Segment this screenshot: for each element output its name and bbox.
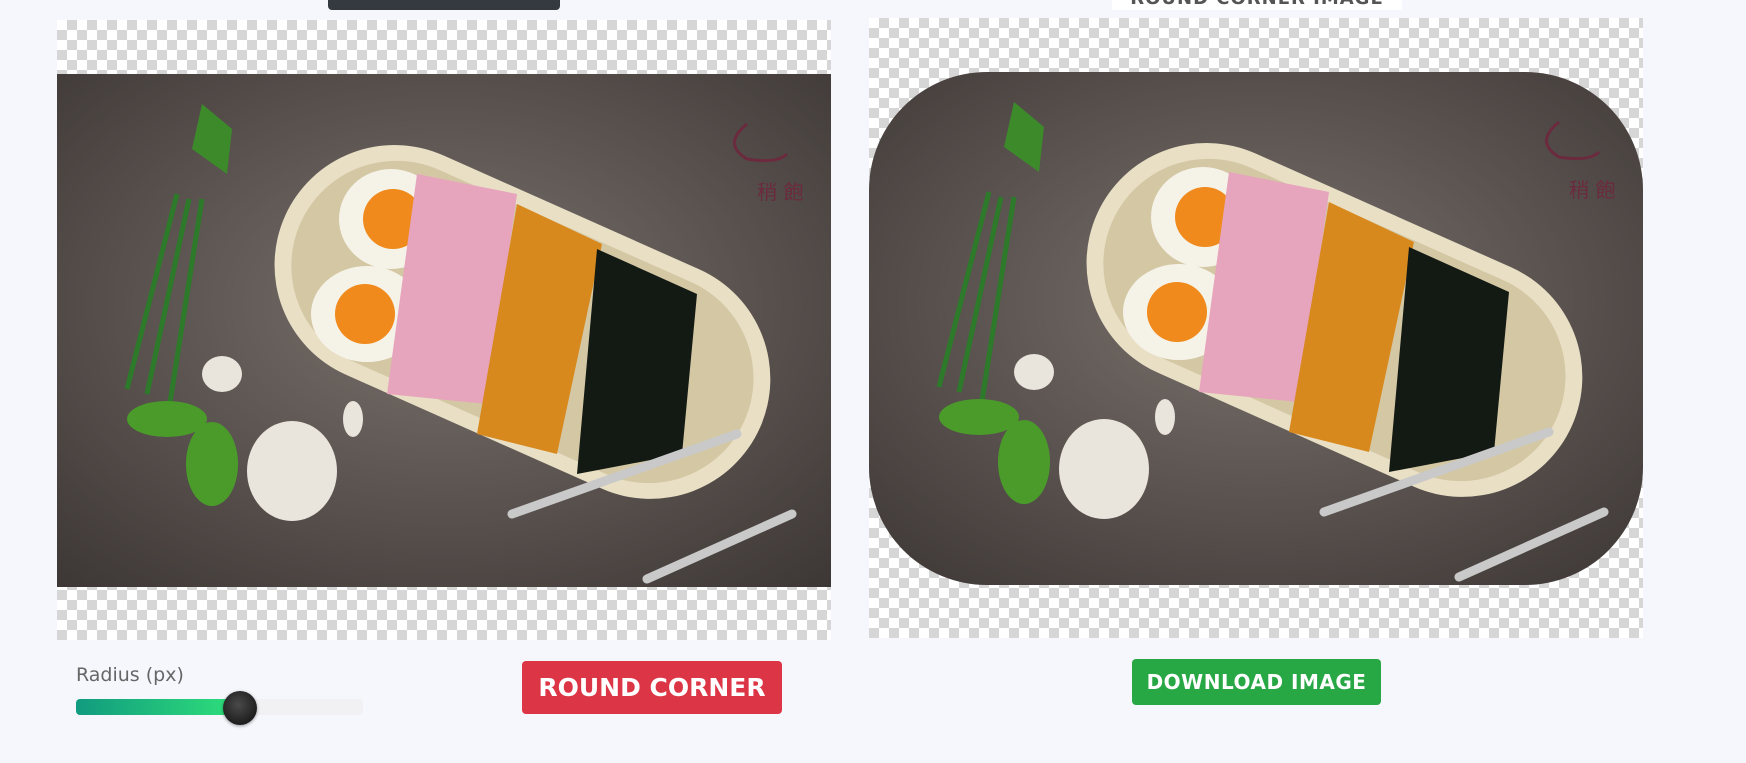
original-image-canvas: 稍 飽 <box>57 20 831 640</box>
watermark-text: 稍 飽 <box>757 180 803 204</box>
radius-slider[interactable] <box>76 691 363 725</box>
result-heading: ROUND CORNER IMAGE <box>1112 0 1402 10</box>
rounded-food-photo: 稍 飽 <box>869 72 1643 585</box>
top-action-button-stub[interactable] <box>328 0 560 10</box>
radius-label: Radius (px) <box>76 664 184 686</box>
food-photo: 稍 飽 <box>57 74 831 587</box>
original-image: 稍 飽 <box>57 74 831 587</box>
watermark-text: 稍 飽 <box>1569 178 1615 202</box>
result-image-canvas: 稍 飽 <box>869 18 1643 638</box>
round-corner-button[interactable]: ROUND CORNER <box>522 661 782 714</box>
slider-fill <box>76 699 240 715</box>
download-image-button[interactable]: DOWNLOAD IMAGE <box>1132 659 1381 705</box>
slider-thumb-icon[interactable] <box>223 691 257 725</box>
result-image: 稍 飽 <box>869 72 1643 585</box>
